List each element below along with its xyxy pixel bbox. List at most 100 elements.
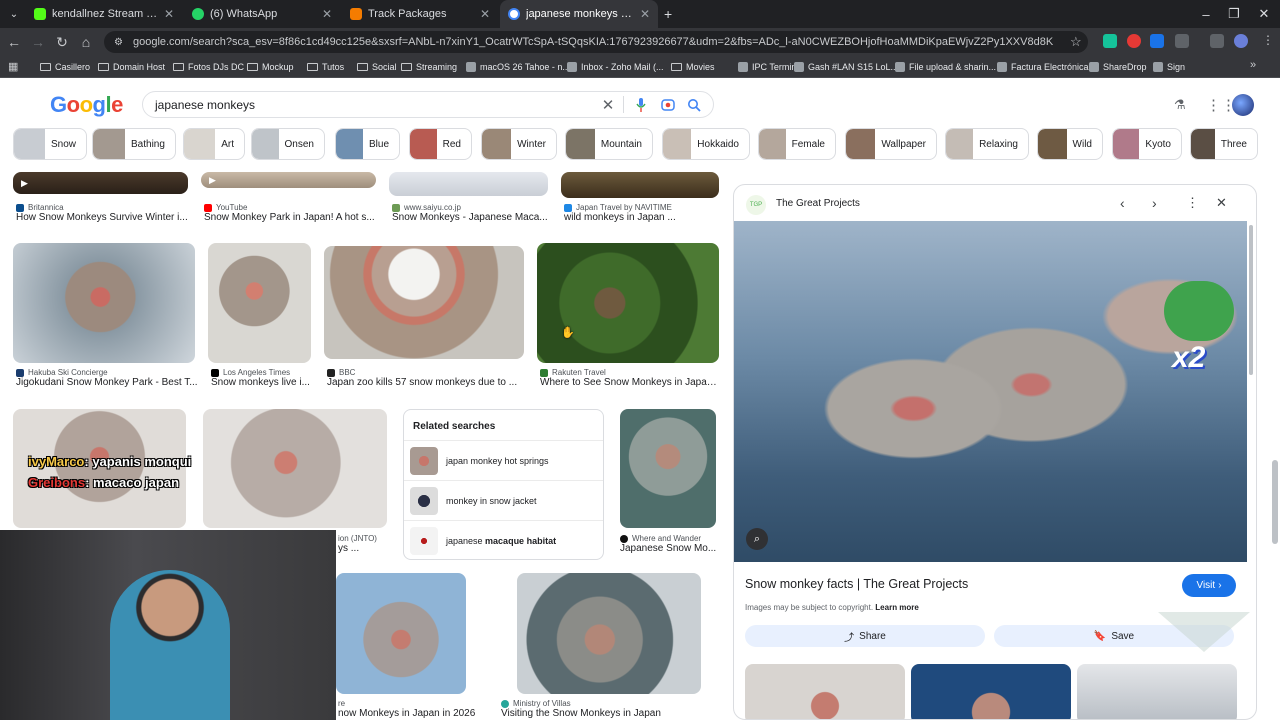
voice-search-icon[interactable] [633, 97, 649, 113]
filter-chip[interactable]: Art [183, 128, 245, 160]
result-image[interactable]: ▶ [13, 172, 188, 194]
filter-chip[interactable]: Three [1190, 128, 1258, 160]
tab-track-packages[interactable]: Track Packages ✕ [342, 0, 498, 28]
filter-chip[interactable]: Winter [481, 128, 557, 160]
close-icon[interactable]: ✕ [322, 7, 332, 21]
filter-chip[interactable]: Blue [335, 128, 400, 160]
filter-chip[interactable]: Wild [1037, 128, 1103, 160]
preview-image[interactable]: x2 ⌕ [734, 221, 1247, 562]
bookmark-item[interactable]: Sign [1153, 58, 1185, 76]
bookmark-item[interactable]: Inbox - Zoho Mail (... [567, 58, 664, 76]
lens-search-icon[interactable]: ⌕ [746, 528, 768, 550]
result-image[interactable] [324, 246, 524, 359]
bookmark-item[interactable]: Factura Electrónica [997, 58, 1089, 76]
filter-chip[interactable]: Onsen [251, 128, 325, 160]
result-meta[interactable]: ion (JNTO) ys ... [338, 534, 398, 554]
filter-chip[interactable]: Kyoto [1112, 128, 1182, 160]
source-name[interactable]: The Great Projects [776, 198, 860, 209]
related-search-item[interactable]: monkey in snow jacket [404, 480, 603, 520]
reload-icon[interactable]: ↻ [52, 32, 72, 52]
result-meta[interactable]: Los Angeles Times Snow monkeys live i... [211, 368, 314, 388]
visit-button[interactable]: Visit › [1182, 574, 1236, 597]
search-input[interactable]: japanese monkeys [142, 91, 714, 118]
result-image[interactable] [208, 243, 311, 363]
filter-chip[interactable]: Relaxing [945, 128, 1029, 160]
filter-chip[interactable]: Hokkaido [662, 128, 750, 160]
forward-arrow-icon[interactable]: → [28, 32, 48, 52]
result-meta[interactable]: re now Monkeys in Japan in 2026 [338, 699, 478, 719]
close-icon[interactable]: ✕ [164, 7, 174, 21]
result-meta[interactable]: Hakuba Ski Concierge Jigokudani Snow Mon… [16, 368, 198, 388]
bookmark-item[interactable]: File upload & sharin... [895, 58, 996, 76]
result-image[interactable] [620, 409, 716, 528]
result-image[interactable] [336, 573, 466, 694]
tab-whatsapp[interactable]: (6) WhatsApp ✕ [184, 0, 340, 28]
related-image[interactable] [1077, 664, 1237, 719]
bookmark-item[interactable]: Tutos [307, 58, 344, 76]
result-meta[interactable]: Rakuten Travel Where to See Snow Monkeys… [540, 368, 722, 388]
bookmark-item[interactable]: Casillero [40, 58, 90, 76]
filter-chip[interactable]: Snow [13, 128, 87, 160]
close-icon[interactable]: ✕ [480, 7, 490, 21]
filter-chip[interactable]: Bathing [92, 128, 176, 160]
bookmark-item[interactable]: macOS 26 Tahoe - n... [466, 58, 570, 76]
tab-kick[interactable]: kendallnez Stream - Kick D ✕ [26, 0, 182, 28]
result-image[interactable] [561, 172, 719, 198]
google-logo[interactable]: Google [50, 92, 123, 118]
result-image[interactable] [517, 573, 701, 694]
bookmark-item[interactable]: Domain Host [98, 58, 165, 76]
account-avatar[interactable] [1232, 94, 1254, 116]
close-icon[interactable]: ✕ [640, 7, 650, 21]
result-meta[interactable]: BBC Japan zoo kills 57 snow monkeys due … [327, 368, 527, 388]
apps-grid-icon[interactable]: ▦ [8, 60, 18, 73]
bookmark-item[interactable]: Social [357, 58, 397, 76]
learn-more-link[interactable]: Learn more [875, 603, 919, 612]
bookmark-star-icon[interactable]: ☆ [1070, 34, 1082, 50]
page-scrollbar[interactable] [1272, 460, 1278, 544]
result-image[interactable] [203, 409, 387, 528]
next-image-icon[interactable]: › [1152, 195, 1157, 211]
filter-chip[interactable]: Mountain [565, 128, 653, 160]
tab-google-search[interactable]: japanese monkeys - Google Se ✕ [500, 0, 658, 28]
bookmark-item[interactable]: Gash #LAN S15 LoL... [794, 58, 898, 76]
extensions-puzzle-icon[interactable] [1175, 34, 1189, 48]
window-close-icon[interactable]: ✕ [1244, 0, 1280, 28]
result-image[interactable] [537, 243, 719, 363]
result-meta[interactable]: YouTube Snow Monkey Park in Japan! A hot… [204, 203, 380, 223]
result-meta[interactable]: Britannica How Snow Monkeys Survive Wint… [16, 203, 196, 223]
chrome-menu-icon[interactable]: ⋮ [1262, 33, 1274, 47]
result-meta[interactable]: Where and Wander Japanese Snow Mo... [620, 534, 720, 554]
result-meta[interactable]: Japan Travel by NAVITIME wild monkeys in… [564, 203, 720, 223]
bookmark-item[interactable]: Mockup [247, 58, 294, 76]
search-icon[interactable] [686, 97, 702, 113]
previous-image-icon[interactable]: ‹ [1120, 195, 1125, 211]
address-bar[interactable]: ⚙ google.com/search?sca_esv=8f86c1cd49cc… [104, 31, 1088, 53]
more-options-icon[interactable]: ⋮ [1186, 195, 1199, 211]
result-meta[interactable]: Ministry of Villas Visiting the Snow Mon… [501, 699, 711, 719]
related-image[interactable] [911, 664, 1071, 719]
lens-camera-icon[interactable] [660, 97, 676, 113]
result-image[interactable] [13, 243, 195, 363]
bookmarks-overflow-icon[interactable]: » [1250, 59, 1256, 71]
bookmark-item[interactable]: Movies [671, 58, 715, 76]
back-arrow-icon[interactable]: ← [4, 32, 24, 52]
result-image[interactable] [389, 172, 548, 196]
clear-search-icon[interactable]: ✕ [600, 97, 616, 114]
bookmark-item[interactable]: Fotos DJs DC [173, 58, 244, 76]
home-icon[interactable]: ⌂ [76, 32, 96, 52]
filter-chip[interactable]: Female [758, 128, 836, 160]
related-search-item[interactable]: japanese macaque habitat [404, 520, 603, 560]
panel-scrollbar[interactable] [1249, 225, 1253, 375]
audio-extension-icon[interactable] [1150, 34, 1164, 48]
related-image[interactable] [745, 664, 905, 719]
filter-chip[interactable]: Red [409, 128, 472, 160]
bookmark-item[interactable]: ShareDrop [1089, 58, 1147, 76]
preview-title[interactable]: Snow monkey facts | The Great Projects [745, 577, 968, 591]
bookmark-item[interactable]: Streaming [401, 58, 457, 76]
close-panel-icon[interactable]: ✕ [1216, 195, 1227, 211]
labs-flask-icon[interactable]: ⚗ [1174, 97, 1186, 113]
result-meta[interactable]: www.saiyu.co.jp Snow Monkeys - Japanese … [392, 203, 548, 223]
new-tab-plus-icon[interactable]: + [664, 6, 672, 22]
tab-search-icon[interactable]: ⌄ [6, 6, 22, 22]
site-info-icon[interactable]: ⚙ [114, 37, 123, 48]
